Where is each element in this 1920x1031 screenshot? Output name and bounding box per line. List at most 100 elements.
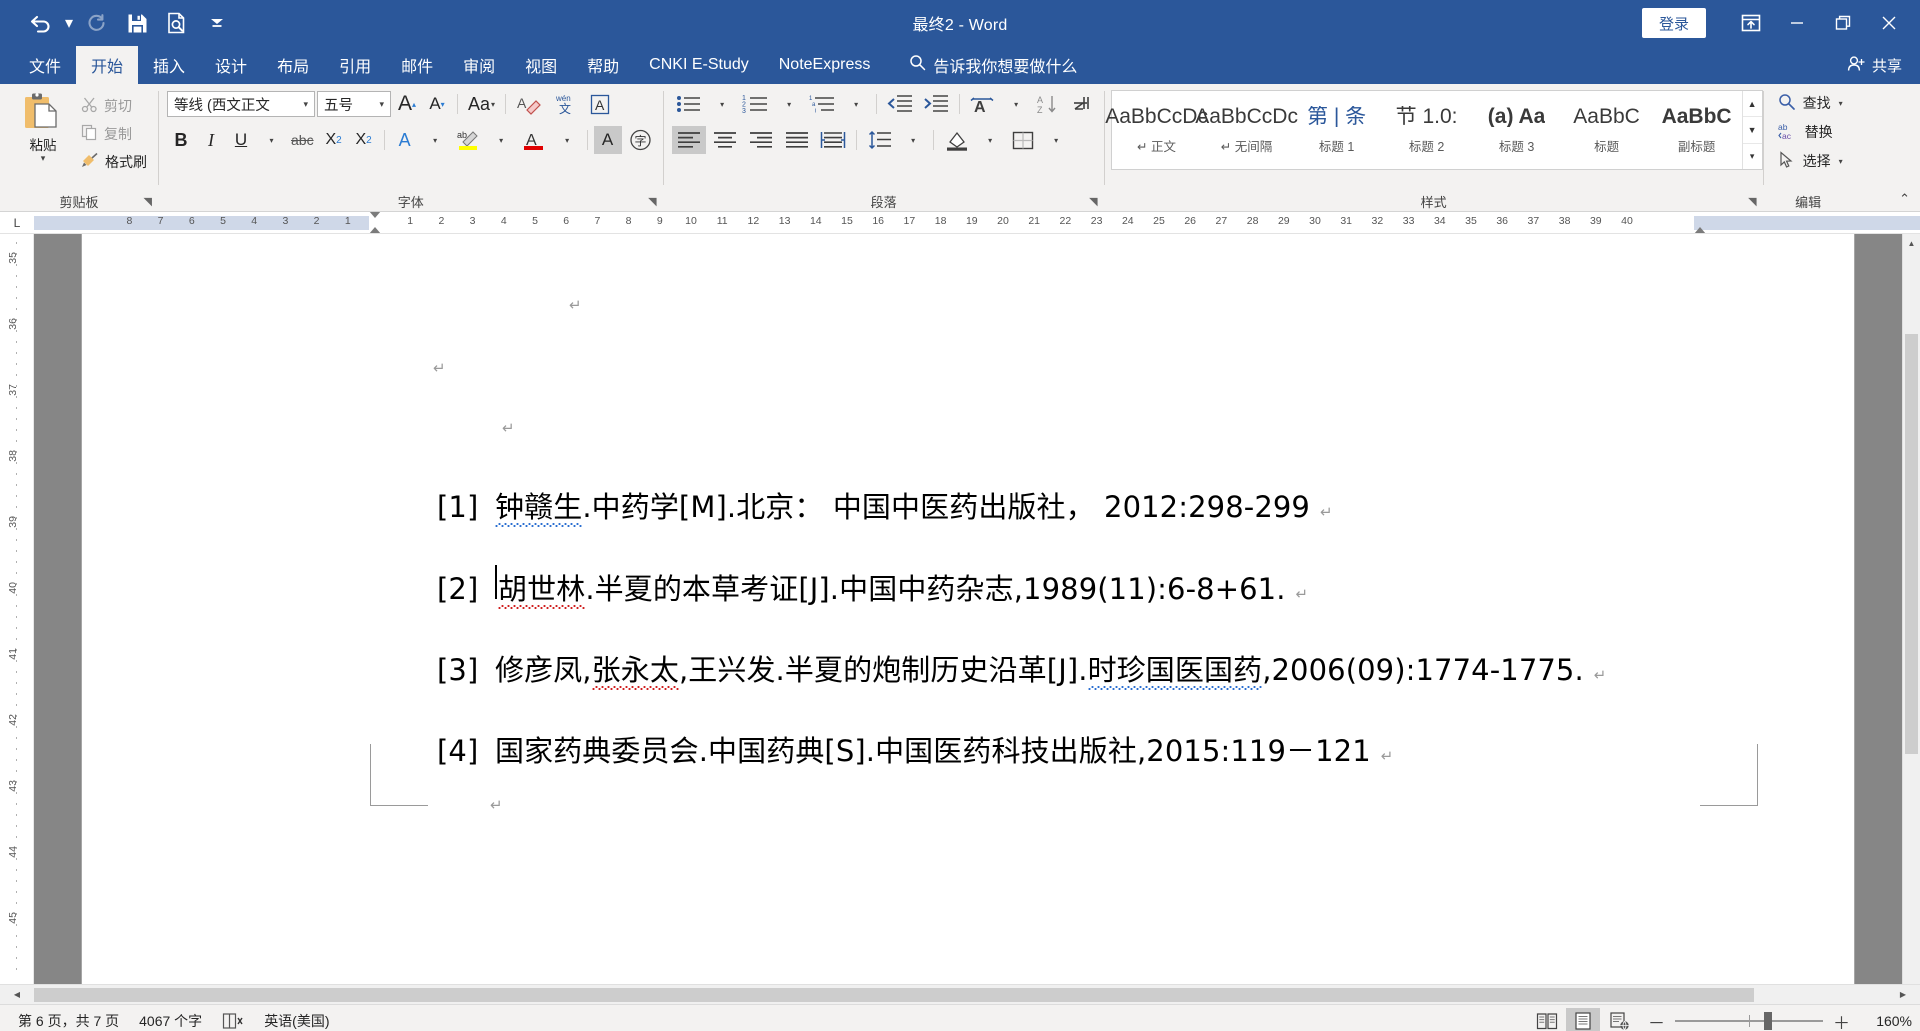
bullets-dropdown-icon[interactable]: ▾ [708,90,736,118]
horizontal-scroll-thumb[interactable] [34,987,1754,1002]
tab-references[interactable]: 引用 [324,46,386,84]
print-layout-icon[interactable] [1566,1008,1600,1031]
word-count-status[interactable]: 4067 个字 [129,1011,212,1031]
vertical-ruler[interactable]: 35 36 37 38 39 40 41 42 43 44 45 [0,234,34,984]
gallery-more-icon[interactable]: ▾ [1743,144,1762,169]
style-heading-3[interactable]: (a) Aa 标题 3 [1473,92,1561,168]
ruler-track[interactable]: 8 7 6 5 4 3 2 1 1 2 3 4 5 6 7 8 9 10 11 12 13 14 15 16 17 18 19 20 2… [34,212,1920,233]
borders-dropdown-icon[interactable]: ▾ [1042,126,1070,154]
zoom-track[interactable] [1675,1012,1823,1030]
enclose-characters-icon[interactable]: 字 [624,126,657,154]
print-preview-icon[interactable] [158,6,196,40]
tell-me-box[interactable]: 告诉我你想要做什么 [885,46,1092,84]
styles-dialog-launcher-icon[interactable]: ◥ [1748,195,1756,208]
tab-insert[interactable]: 插入 [138,46,200,84]
underline-icon[interactable]: U [227,126,255,154]
undo-icon[interactable] [22,6,60,40]
styles-gallery-scroll[interactable]: ▲ ▼ ▾ [1741,91,1762,169]
shading-dropdown-icon[interactable]: ▾ [976,126,1004,154]
paste-dropdown-icon[interactable]: ▾ [41,154,46,163]
align-left-icon[interactable] [671,126,706,154]
read-mode-icon[interactable] [1530,1008,1564,1031]
horizontal-scrollbar[interactable]: ◀ ▶ [0,984,1920,1004]
sign-in-button[interactable]: 登录 [1641,8,1706,38]
sort-icon[interactable]: AZ [1032,90,1064,118]
gallery-scroll-up-icon[interactable]: ▲ [1742,91,1762,118]
subscript-icon[interactable]: X2 [320,126,348,154]
zoom-out-button[interactable]: － [1648,1009,1665,1031]
text-effects-dropdown-icon[interactable]: ▾ [421,126,449,154]
asian-layout-icon[interactable]: A [966,90,1000,118]
restore-button[interactable] [1820,0,1866,46]
superscript-icon[interactable]: X2 [350,126,378,154]
font-name-combo[interactable]: 等线 (西文正文 ▾ [167,91,315,117]
document-page[interactable]: ↵ ↵ ↵ [1] 钟赣生.中药学[M].北京： 中国中医药出版社， 2012:… [82,234,1854,984]
find-dropdown-icon[interactable]: ▾ [1839,99,1843,108]
chevron-down-icon[interactable]: ▾ [375,99,388,110]
bold-icon[interactable]: B [167,126,195,154]
paste-button[interactable]: 粘贴 ▾ [10,89,76,163]
asian-layout-dropdown-icon[interactable]: ▾ [1002,90,1030,118]
vertical-scroll-thumb[interactable] [1905,334,1918,754]
tab-cnki-estudy[interactable]: CNKI E-Study [634,46,764,84]
find-button[interactable]: 查找 ▾ [1774,89,1847,117]
line-spacing-dropdown-icon[interactable]: ▾ [899,126,927,154]
customize-qat-icon[interactable] [198,6,236,40]
share-button[interactable]: 共享 [1829,46,1920,84]
distribute-icon[interactable] [816,126,850,154]
style-heading-2[interactable]: 节 1.0: 标题 2 [1383,92,1471,168]
reference-item[interactable]: [4] 国家药典委员会.中国药典[S].中国医药科技出版社,2015:119－1… [437,728,1854,770]
ribbon-display-options-icon[interactable] [1728,0,1774,46]
reference-item[interactable]: [3] 修彦凤,张永太,王兴发.半夏的炮制历史沿革[J].时珍国医国药,2006… [437,647,1854,689]
zoom-in-button[interactable]: ＋ [1833,1009,1850,1031]
line-spacing-icon[interactable] [863,126,897,154]
numbering-icon[interactable]: 123 [738,90,773,118]
shrink-font-icon[interactable]: A ▾ [423,90,451,118]
character-shading-icon[interactable]: A [593,126,622,154]
numbering-dropdown-icon[interactable]: ▾ [775,90,803,118]
font-size-combo[interactable]: 五号 ▾ [317,91,391,117]
show-formatting-marks-icon[interactable] [1066,90,1098,118]
phonetic-guide-icon[interactable]: wén 文 [548,90,582,118]
cut-button[interactable]: 剪切 [76,93,152,119]
tab-mailings[interactable]: 邮件 [386,46,448,84]
clipboard-dialog-launcher-icon[interactable]: ◥ [144,195,152,208]
tab-review[interactable]: 审阅 [448,46,510,84]
proofing-errors-icon[interactable] [212,1012,254,1030]
close-button[interactable] [1866,0,1912,46]
text-effects-icon[interactable]: A [391,126,419,154]
change-case-icon[interactable]: Aa ▾ [464,90,499,118]
select-dropdown-icon[interactable]: ▾ [1839,157,1843,166]
tab-help[interactable]: 帮助 [572,46,634,84]
justify-icon[interactable] [780,126,814,154]
scroll-right-icon[interactable]: ▶ [1886,990,1920,999]
right-indent-marker[interactable] [1694,226,1706,233]
horizontal-ruler[interactable]: L 8 7 6 5 4 3 2 1 1 2 3 4 5 6 7 8 9 10 11 12 13 14 15 16 17 18 19 2… [0,212,1920,234]
multilevel-dropdown-icon[interactable]: ▾ [842,90,870,118]
save-icon[interactable] [118,6,156,40]
tab-stop-icon[interactable]: L [0,212,34,233]
first-line-indent-marker[interactable] [369,212,381,218]
increase-indent-icon[interactable] [919,90,953,118]
shading-icon[interactable] [940,126,974,154]
style-title[interactable]: AaBbC 标题 [1563,92,1651,168]
multilevel-list-icon[interactable]: 1ai [805,90,840,118]
scroll-left-icon[interactable]: ◀ [0,990,34,999]
hanging-indent-marker[interactable] [369,226,381,233]
clear-formatting-icon[interactable]: A [512,90,546,118]
text-highlight-dropdown-icon[interactable]: ▾ [487,126,515,154]
redo-icon[interactable] [78,6,116,40]
styles-gallery[interactable]: AaBbCcDc ↵ 正文 AaBbCcDc ↵ 无间隔 第 | 条 标题 1 … [1105,90,1763,170]
replace-button[interactable]: ab ac 替换 [1774,118,1837,146]
bullets-icon[interactable] [672,90,706,118]
character-border-icon[interactable]: A [584,90,616,118]
style-no-spacing[interactable]: AaBbCcDc ↵ 无间隔 [1195,92,1298,168]
scroll-up-icon[interactable]: ▲ [1903,234,1920,252]
select-button[interactable]: 选择 ▾ [1774,147,1847,175]
page-number-status[interactable]: 第 6 页，共 7 页 [8,1011,129,1031]
decrease-indent-icon[interactable] [883,90,917,118]
text-highlight-icon[interactable]: ab [451,126,485,154]
ruler-right-margin-band[interactable] [1694,215,1920,230]
borders-icon[interactable] [1006,126,1040,154]
copy-button[interactable]: 复制 [76,121,152,147]
